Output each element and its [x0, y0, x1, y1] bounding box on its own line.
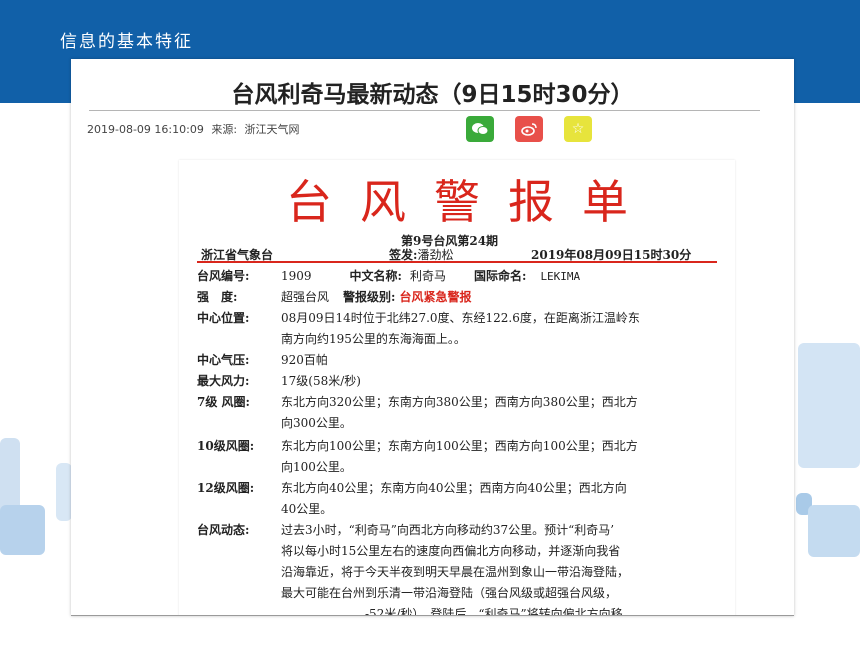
field-label: 台风编号:	[197, 269, 250, 283]
field-value: 东北方向100公里；东南方向100公里；西南方向100公里；西北方 向100公里。	[281, 436, 721, 478]
favorite-button[interactable]: ☆	[564, 116, 592, 142]
text-line: 南方向约195公里的东海海面上。。	[281, 332, 466, 346]
decorative-block	[0, 505, 45, 555]
field-value: 1909 中文名称: 利奇马 国际命名: LEKIMA	[281, 266, 721, 287]
decorative-block	[56, 463, 72, 521]
weibo-share-button[interactable]	[515, 116, 543, 142]
alert-level: 台风紧急警报	[399, 290, 472, 304]
field-label: 台风动态:	[197, 523, 250, 537]
intl-name-label: 国际命名:	[474, 269, 527, 283]
field-value: 超强台风 警报级别: 台风紧急警报	[281, 287, 721, 308]
publish-datetime: 2019-08-09 16:10:09	[87, 123, 204, 136]
text-line: 沿海靠近，将于今天半夜到明天早晨在温州到象山一带沿海登陆，	[281, 565, 630, 579]
text-line: 将以每小时15公里左右的速度向西偏北方向移动，并逐渐向我省	[281, 544, 621, 558]
bulletin-heading: 台风警报单	[286, 175, 656, 229]
panel-bottom-border	[71, 615, 794, 616]
text-line: 最大可能在台州到乐清一带沿海登陆（强台风级或超强台风级，	[281, 586, 618, 600]
field-value: 过去3小时，“利奇马”向西北方向移动约37公里。预计“利奇马’ 将以每小时15公里…	[281, 520, 721, 616]
signer-label: 签发:	[389, 248, 418, 262]
field-value: 东北方向40公里；东南方向40公里；西南方向40公里；西北方向 40公里。	[281, 478, 721, 520]
signer-name: 潘劲松	[417, 248, 454, 262]
slide-title: 信息的基本特征	[60, 32, 193, 52]
article-title: 台风利奇马最新动态（9日15时30分）	[231, 82, 634, 108]
text-line: 东北方向320公里；东南方向380公里；西南方向380公里；西北方	[281, 395, 638, 409]
source-label: 来源:	[211, 123, 238, 136]
favorite-icon: ☆	[571, 121, 585, 137]
wechat-icon	[472, 123, 489, 135]
typhoon-bulletin-image: 台风警报单 第9号台风第24期 浙江省气象台 签发:潘劲松 2019年08月09…	[179, 160, 735, 616]
field-label: 最大风力:	[197, 374, 250, 388]
text-line: 向100公里。	[281, 460, 352, 474]
article-screenshot: 台风利奇马最新动态（9日15时30分） 2019-08-09 16:10:09 …	[71, 59, 794, 616]
cn-name: 利奇马	[409, 269, 446, 283]
text-line: 东北方向100公里；东南方向100公里；西南方向100公里；西北方	[281, 439, 638, 453]
typhoon-number: 1909	[281, 269, 312, 283]
field-label: 中心气压:	[197, 353, 250, 367]
field-label: 12级风圈:	[197, 481, 255, 495]
text-line: 过去3小时，“利奇马”向西北方向移动约37公里。预计“利奇马’	[281, 523, 615, 537]
text-line: 08月09日14时位于北纬27.0度、东经122.6度，在距离浙江温岭东	[281, 311, 640, 325]
field-label: 10级风圈:	[197, 439, 255, 453]
field-label: 中心位置:	[197, 311, 250, 325]
decorative-block	[808, 505, 860, 557]
field-label: 强 度:	[197, 290, 238, 304]
red-divider	[197, 261, 717, 263]
decorative-block	[798, 343, 860, 468]
intl-name: LEKIMA	[540, 270, 581, 283]
cn-name-label: 中文名称:	[349, 269, 402, 283]
field-value: 920百帕	[281, 353, 328, 367]
source-name: 浙江天气网	[244, 123, 300, 136]
text-line: 东北方向40公里；东南方向40公里；西南方向40公里；西北方向	[281, 481, 627, 495]
article-meta: 2019-08-09 16:10:09 来源: 浙江天气网	[87, 121, 304, 137]
field-label: 7级 风圈:	[197, 395, 250, 409]
weibo-icon	[521, 123, 537, 136]
wechat-share-button[interactable]	[466, 116, 494, 142]
alert-level-label: 警报级别:	[343, 290, 396, 304]
field-value: 08月09日14时位于北纬27.0度、东经122.6度，在距离浙江温岭东 南方向约…	[281, 308, 721, 350]
text-line: 40公里。	[281, 502, 333, 516]
field-value: 17级(58米/秒)	[281, 374, 361, 388]
title-divider	[89, 110, 760, 111]
strength: 超强台风	[281, 290, 330, 304]
text-line: 向300公里。	[281, 416, 352, 430]
field-value: 东北方向320公里；东南方向380公里；西南方向380公里；西北方 向300公里。	[281, 392, 721, 434]
